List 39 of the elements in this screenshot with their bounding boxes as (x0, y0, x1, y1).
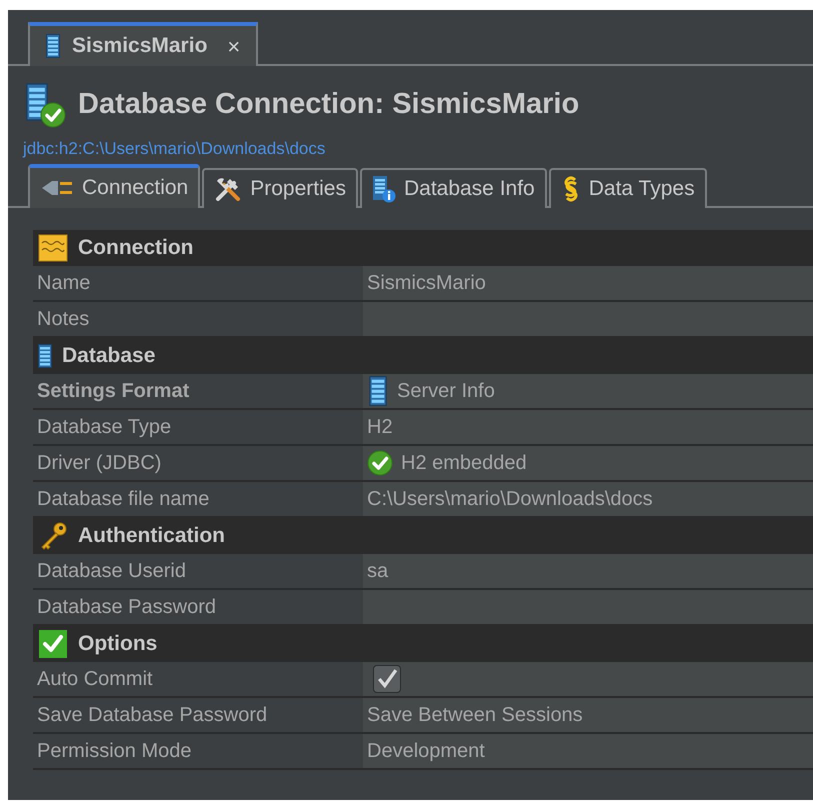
section-title: Connection (78, 234, 194, 261)
property-value[interactable]: sa (363, 554, 813, 588)
connection-tab[interactable]: Data Types (548, 168, 707, 208)
property-value[interactable]: H2 embedded (363, 446, 813, 480)
checkbox[interactable] (373, 664, 401, 692)
property-value[interactable]: Development (363, 734, 813, 768)
connection-url-link[interactable]: jdbc:h2:C:\Users\mario\Downloads\docs (8, 136, 813, 162)
value-text: SismicsMario (367, 270, 486, 296)
database-icon (46, 34, 60, 58)
database-info-icon (372, 174, 396, 202)
connection-tab[interactable]: Database Info (360, 168, 547, 208)
property-value[interactable]: Save Between Sessions (363, 698, 813, 732)
editor-tab[interactable]: SismicsMario × (28, 22, 258, 66)
tab-title: SismicsMario (72, 33, 208, 60)
check-circle-icon (367, 450, 393, 476)
connection-tab[interactable]: Connection (28, 164, 200, 208)
value-text: H2 (367, 414, 393, 440)
database-icon (38, 344, 52, 368)
check-icon (376, 668, 398, 690)
check-circle-icon (40, 102, 66, 128)
connection-title: Database Connection: SismicsMario (78, 87, 580, 122)
checkbox-icon (38, 628, 68, 658)
value-text: C:\Users\mario\Downloads\docs (367, 486, 653, 512)
close-button[interactable]: × (227, 30, 240, 62)
notepad-icon (38, 232, 68, 262)
connection-tab[interactable]: Properties (202, 168, 358, 208)
property-value[interactable]: C:\Users\mario\Downloads\docs (363, 482, 813, 516)
value-text: Save Between Sessions (367, 702, 583, 728)
property-value[interactable]: SismicsMario (363, 266, 813, 300)
value-text: Server Info (397, 378, 495, 404)
property-value[interactable]: Server Info (363, 374, 813, 408)
section-title: Options (78, 630, 158, 657)
value-text: H2 embedded (401, 450, 527, 476)
value-text: Development (367, 738, 485, 764)
section-title: Database (62, 342, 156, 369)
server-info-icon (367, 376, 389, 406)
property-value[interactable]: H2 (363, 410, 813, 444)
section-title: Authentication (78, 522, 225, 549)
value-text: sa (367, 558, 388, 584)
